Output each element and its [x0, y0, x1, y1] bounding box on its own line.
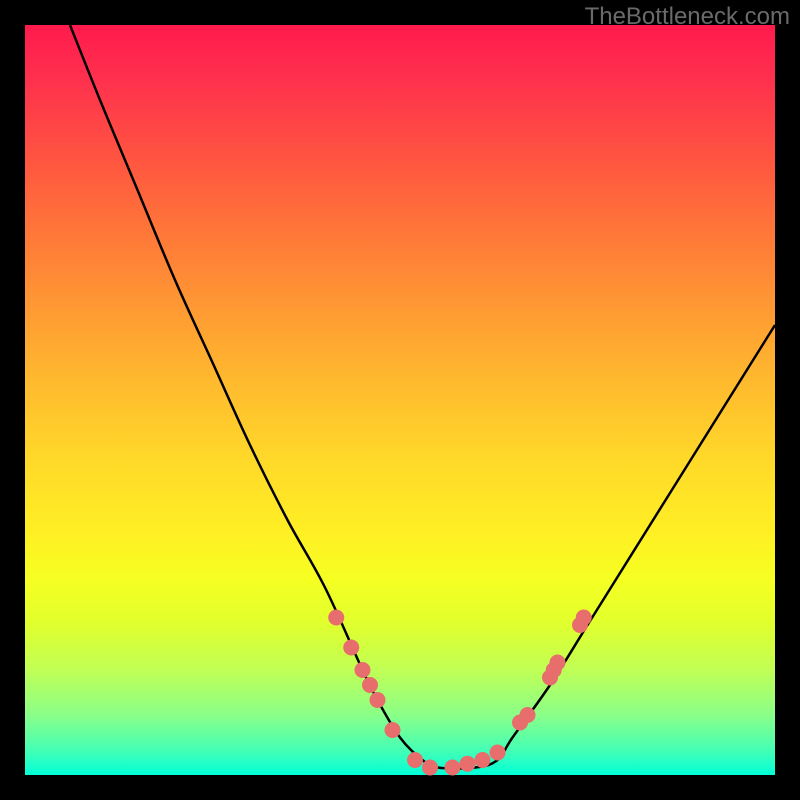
data-marker — [550, 655, 566, 671]
data-marker — [343, 640, 359, 656]
curve-path — [70, 25, 775, 769]
data-marker — [422, 760, 438, 776]
data-markers — [328, 610, 592, 776]
data-marker — [355, 662, 371, 678]
watermark-text: TheBottleneck.com — [585, 3, 790, 31]
data-marker — [520, 707, 536, 723]
data-marker — [460, 756, 476, 772]
data-marker — [407, 752, 423, 768]
data-marker — [445, 760, 461, 776]
data-marker — [576, 610, 592, 626]
data-marker — [370, 692, 386, 708]
data-marker — [362, 677, 378, 693]
bottleneck-chart — [25, 25, 775, 775]
chart-svg — [25, 25, 775, 775]
data-marker — [385, 722, 401, 738]
data-marker — [328, 610, 344, 626]
curve-line — [70, 25, 775, 769]
data-marker — [475, 752, 491, 768]
data-marker — [490, 745, 506, 761]
